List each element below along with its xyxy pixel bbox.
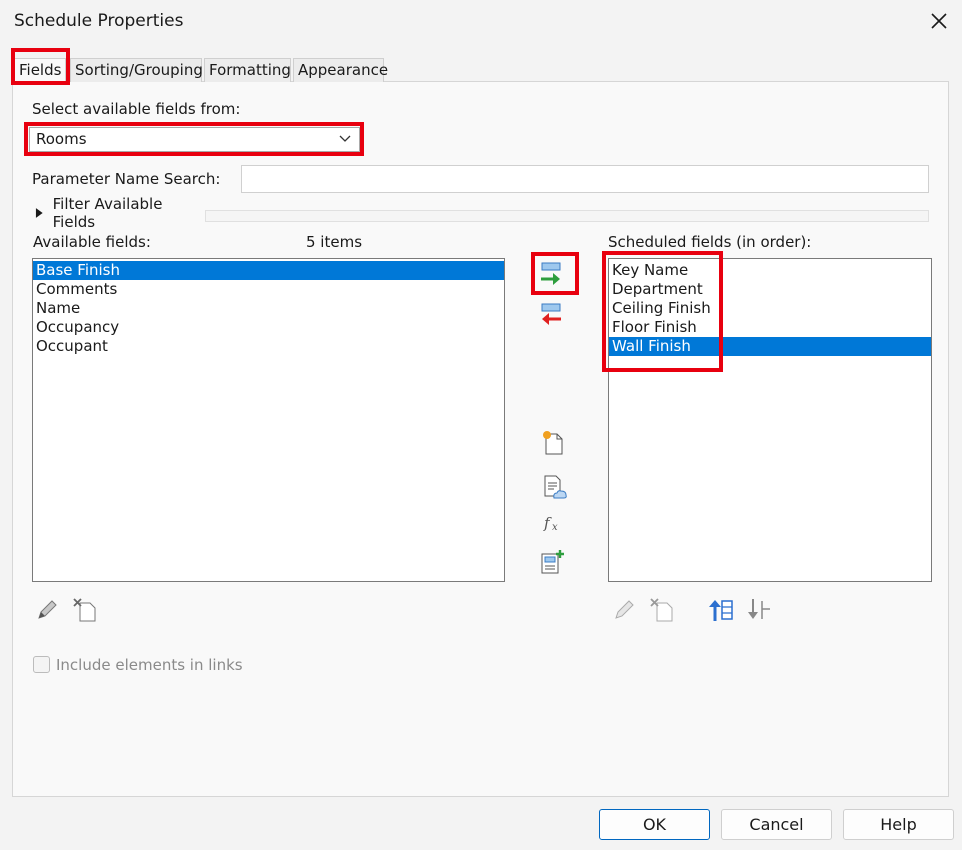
list-item[interactable]: Occupant	[33, 337, 504, 356]
tab-formatting-label: Formatting	[209, 61, 291, 79]
edit-parameter-button[interactable]	[34, 597, 60, 623]
tab-appearance[interactable]: Appearance	[293, 58, 388, 82]
list-item[interactable]: Occupancy	[33, 318, 504, 337]
move-up-button[interactable]	[708, 597, 734, 623]
pencil-icon	[615, 600, 634, 619]
delete-parameter-button[interactable]	[72, 597, 98, 623]
pencil-icon	[38, 600, 57, 619]
ok-button[interactable]: OK	[599, 809, 710, 840]
filter-available-fields-label: Filter Available Fields	[52, 195, 163, 231]
edit-calculated-button[interactable]	[539, 549, 565, 575]
document-cloud-icon	[544, 475, 567, 499]
svg-text:f: f	[543, 514, 552, 532]
delete-document-icon	[73, 598, 96, 622]
filter-divider	[205, 210, 929, 222]
formula-fx-icon: f x	[543, 514, 558, 533]
tab-fields-highlight	[11, 48, 70, 85]
filter-available-fields-toggle[interactable]: Filter Available Fields	[34, 195, 204, 231]
category-dropdown-highlight	[24, 122, 364, 156]
help-button-label: Help	[880, 815, 917, 834]
table-add-icon	[541, 550, 564, 574]
tab-sorting-grouping[interactable]: Sorting/Grouping	[70, 58, 203, 82]
remove-field-arrow-icon	[541, 303, 561, 325]
tab-formatting[interactable]: Formatting	[204, 58, 291, 82]
cancel-button[interactable]: Cancel	[721, 809, 832, 840]
scheduled-fields-label: Scheduled fields (in order):	[608, 233, 812, 251]
tab-appearance-label: Appearance	[298, 61, 389, 79]
remove-parameter-button[interactable]	[538, 302, 564, 328]
list-item[interactable]: Name	[33, 299, 504, 318]
parameter-search-label: Parameter Name Search:	[32, 170, 221, 188]
move-down-icon	[748, 599, 770, 619]
help-button[interactable]: Help	[843, 809, 954, 840]
tab-sorting-label: Sorting/Grouping	[75, 61, 203, 79]
add-parameter-highlight	[531, 252, 579, 295]
new-parameter-icon	[543, 431, 563, 455]
combine-parameters-button[interactable]	[542, 474, 568, 500]
available-fields-label: Available fields:	[33, 233, 151, 251]
new-parameter-button[interactable]	[540, 430, 566, 456]
window-title: Schedule Properties	[14, 11, 184, 31]
scheduled-fields-highlight	[602, 251, 723, 372]
triangle-right-icon	[35, 208, 43, 218]
cancel-button-label: Cancel	[749, 815, 804, 834]
ok-button-label: OK	[642, 815, 667, 834]
close-icon	[931, 13, 947, 29]
list-item[interactable]: Comments	[33, 280, 504, 299]
move-down-button[interactable]	[746, 597, 772, 623]
available-fields-list[interactable]: Base Finish Comments Name Occupancy Occu…	[32, 258, 505, 582]
close-button[interactable]	[926, 8, 952, 34]
include-links-label: Include elements in links	[56, 656, 243, 674]
select-fields-from-label: Select available fields from:	[32, 100, 241, 118]
svg-text:x: x	[552, 522, 558, 533]
move-up-icon	[709, 600, 733, 621]
delete-scheduled-button[interactable]	[649, 597, 675, 623]
delete-document-icon	[650, 598, 673, 622]
calculated-value-button[interactable]: f x	[540, 510, 566, 536]
include-links-checkbox[interactable]	[33, 656, 50, 673]
parameter-search-input[interactable]	[241, 165, 929, 193]
list-item[interactable]: Base Finish	[33, 261, 504, 280]
edit-scheduled-button[interactable]	[611, 597, 637, 623]
available-fields-count: 5 items	[306, 233, 363, 251]
